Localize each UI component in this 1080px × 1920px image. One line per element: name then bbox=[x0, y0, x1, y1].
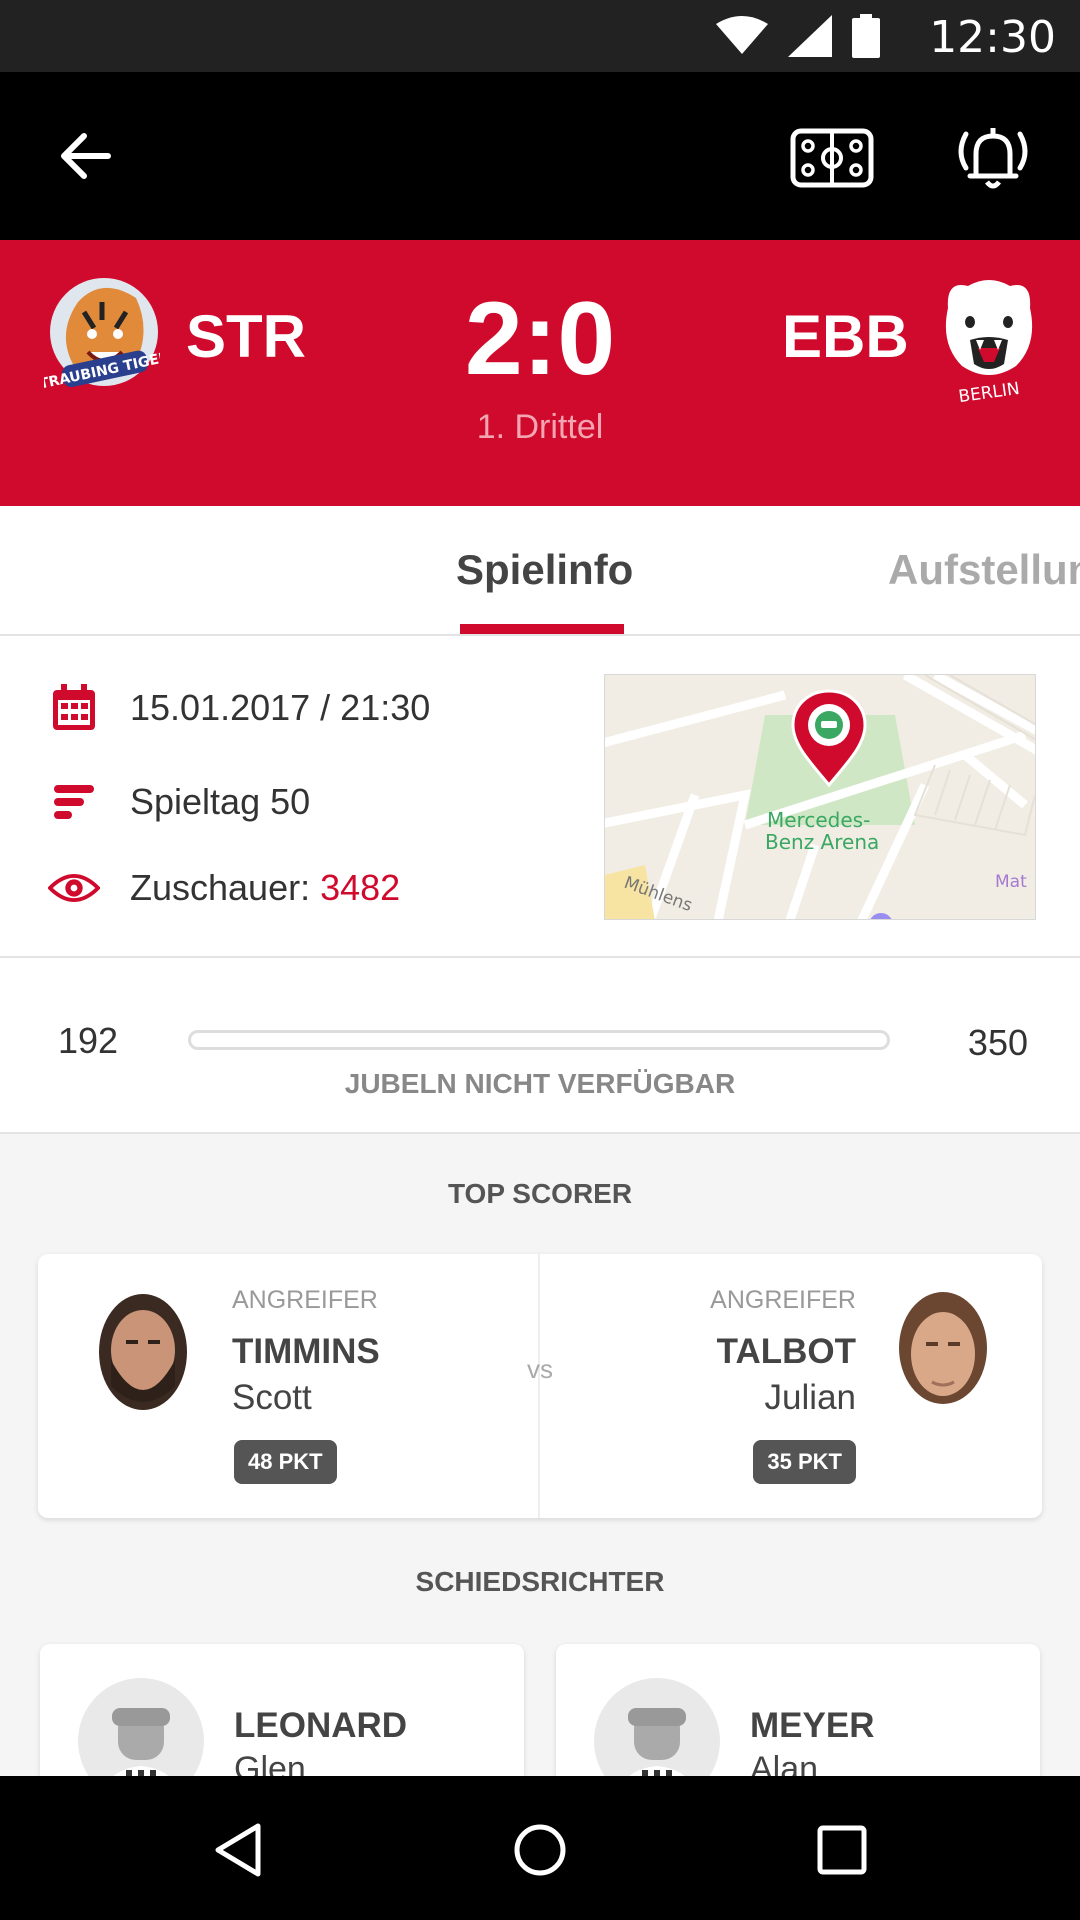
matchday-row: Spieltag 50 bbox=[48, 776, 310, 828]
away-team-code: EBB bbox=[782, 303, 909, 370]
avatar bbox=[884, 1290, 1002, 1414]
home-scorer-points-badge: 48 PKT bbox=[234, 1440, 337, 1484]
alarm-bell-icon[interactable] bbox=[952, 118, 1034, 194]
score-header: STRAUBING TIGERS STR 2:0 1. Drittel EBB … bbox=[0, 240, 1080, 506]
away-scorer-points-badge: 35 PKT bbox=[753, 1440, 856, 1484]
referees-title: SCHIEDSRICHTER bbox=[415, 1566, 665, 1597]
match-datetime: 15.01.2017 / 21:30 bbox=[130, 687, 431, 728]
system-nav-bar bbox=[0, 1776, 1080, 1920]
app-bar bbox=[0, 72, 1080, 240]
nav-recents-icon[interactable] bbox=[812, 1820, 872, 1880]
hockey-rink-icon[interactable] bbox=[790, 128, 874, 188]
eye-icon bbox=[48, 874, 100, 902]
top-scorer-card[interactable]: vs ANGREIFER TIMMINS Scott 48 PKT ANGREI… bbox=[38, 1254, 1042, 1518]
svg-text:Mercedes-: Mercedes- bbox=[767, 808, 870, 832]
nav-home-icon[interactable] bbox=[510, 1820, 570, 1880]
battery-icon bbox=[852, 14, 880, 58]
status-icons bbox=[716, 14, 880, 58]
referee-avatar-icon bbox=[78, 1678, 204, 1784]
svg-text:Benz Arena: Benz Arena bbox=[765, 830, 879, 854]
svg-text:BERLIN: BERLIN bbox=[957, 379, 1021, 404]
away-scorer-firstname: Julian bbox=[764, 1378, 856, 1417]
referee-avatar-icon bbox=[594, 1678, 720, 1784]
status-bar: 12:30 bbox=[0, 0, 1080, 72]
player-photo-timmins bbox=[84, 1290, 202, 1414]
referee-card[interactable]: MEYER Alan bbox=[556, 1644, 1040, 1784]
score-result: 2:0 bbox=[464, 281, 616, 397]
home-scorer-lastname: TIMMINS bbox=[232, 1332, 380, 1371]
tab-indicator bbox=[460, 624, 624, 634]
cheer-progress-bar bbox=[188, 1030, 890, 1050]
avatar bbox=[84, 1290, 202, 1414]
signal-icon bbox=[788, 15, 832, 57]
cheer-section: 192 350 JUBELN NICHT VERFÜGBAR bbox=[0, 958, 1080, 1134]
cheer-unavailable-label: JUBELN NICHT VERFÜGBAR bbox=[344, 1068, 736, 1099]
map-graphic: Mercedes- Benz Arena Mühlens Mat bbox=[605, 675, 1035, 919]
period-label: 1. Drittel bbox=[476, 408, 604, 446]
match-info-section: 15.01.2017 / 21:30 Spieltag 50 Zuschauer… bbox=[0, 636, 1080, 958]
wifi-icon bbox=[716, 16, 768, 54]
referee-card[interactable]: LEONARD Glen bbox=[40, 1644, 524, 1784]
nav-back-icon[interactable] bbox=[208, 1820, 268, 1880]
svg-text:Mat: Mat bbox=[995, 872, 1027, 892]
player-photo-talbot bbox=[884, 1290, 1002, 1414]
away-scorer-position: ANGREIFER bbox=[710, 1286, 856, 1314]
card-divider bbox=[538, 1254, 540, 1518]
referee-lastname: LEONARD bbox=[234, 1706, 408, 1745]
home-scorer-position: ANGREIFER bbox=[232, 1286, 378, 1314]
home-scorer-firstname: Scott bbox=[232, 1378, 312, 1417]
cheer-away-count: 350 bbox=[967, 1022, 1028, 1063]
spectators-count: 3482 bbox=[320, 867, 401, 908]
spectators-label: Zuschauer: bbox=[130, 867, 321, 908]
datetime-row: 15.01.2017 / 21:30 bbox=[48, 682, 430, 734]
tab-aufstellung[interactable]: Aufstellun bbox=[888, 546, 1080, 594]
top-scorer-title: TOP SCORER bbox=[447, 1178, 633, 1209]
eisbaeren-berlin-logo: BERLIN bbox=[945, 280, 1033, 404]
venue-map[interactable]: Mercedes- Benz Arena Mühlens Mat bbox=[604, 674, 1036, 920]
clock: 12:30 bbox=[929, 12, 1056, 63]
referee-lastname: MEYER bbox=[750, 1706, 875, 1745]
spectators-row: Zuschauer: 3482 bbox=[48, 862, 400, 914]
away-scorer-lastname: TALBOT bbox=[716, 1332, 856, 1371]
matchday-label: Spieltag 50 bbox=[130, 781, 311, 822]
list-icon bbox=[54, 785, 94, 819]
tab-bar: Spielinfo Aufstellun bbox=[0, 506, 1080, 636]
calendar-icon bbox=[53, 684, 95, 730]
tab-spielinfo[interactable]: Spielinfo bbox=[456, 546, 633, 594]
arrow-left-icon[interactable] bbox=[54, 126, 114, 186]
cheer-home-count: 192 bbox=[58, 1020, 119, 1061]
